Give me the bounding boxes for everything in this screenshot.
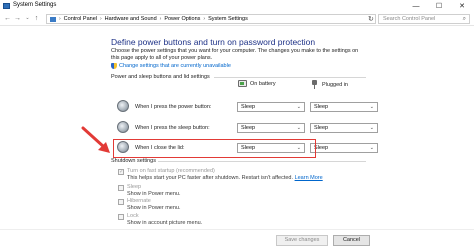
change-settings-label[interactable]: Change settings that are currently unava… bbox=[119, 63, 231, 69]
breadcrumb-separator: › bbox=[159, 16, 162, 22]
minimize-button[interactable]: — bbox=[405, 0, 427, 12]
lock-label: Lock bbox=[127, 213, 139, 219]
power-button-label: When I press the power button: bbox=[135, 104, 212, 110]
chevron-down-icon: ⌄ bbox=[296, 125, 301, 131]
maximize-button[interactable]: ☐ bbox=[428, 0, 450, 12]
navigation-bar: ← → ⌄ ↑ › Control Panel › Hardware and S… bbox=[0, 12, 474, 26]
breadcrumb-separator: › bbox=[203, 16, 206, 22]
on-battery-header: On battery bbox=[238, 80, 276, 87]
shutdown-section-title: Shutdown settings bbox=[111, 158, 156, 164]
breadcrumb-separator: › bbox=[59, 16, 61, 22]
sleep-checkbox[interactable] bbox=[118, 185, 124, 191]
lock-checkbox[interactable] bbox=[118, 214, 124, 220]
plugged-in-label: Plugged in bbox=[322, 81, 348, 88]
plugged-in-header: Plugged in bbox=[310, 80, 348, 89]
uac-shield-icon bbox=[111, 63, 117, 69]
select-value: Sleep bbox=[314, 104, 329, 110]
select-value: Sleep bbox=[241, 125, 256, 131]
on-battery-label: On battery bbox=[250, 80, 276, 87]
fast-startup-description: This helps start your PC faster after sh… bbox=[127, 175, 323, 181]
sleep-label: Sleep bbox=[127, 184, 142, 190]
fast-startup-checkbox[interactable] bbox=[118, 168, 124, 175]
cancel-button[interactable]: Cancel bbox=[333, 235, 370, 246]
page-title: Define power buttons and turn on passwor… bbox=[111, 37, 316, 47]
power-button-battery-select[interactable]: Sleep ⌄ bbox=[237, 102, 305, 112]
close-lid-plugged-select[interactable]: Sleep ⌄ bbox=[310, 143, 378, 153]
learn-more-link[interactable]: Learn More bbox=[295, 175, 323, 181]
address-bar[interactable]: › Control Panel › Hardware and Sound › P… bbox=[46, 14, 376, 24]
power-plug-icon bbox=[310, 80, 319, 89]
forward-arrow-icon[interactable]: → bbox=[13, 14, 22, 23]
sleep-button-battery-select[interactable]: Sleep ⌄ bbox=[237, 123, 305, 133]
page-description: Choose the power settings that you want … bbox=[111, 48, 359, 61]
close-button[interactable]: ✕ bbox=[451, 0, 473, 12]
sleep-button-label: When I press the sleep button: bbox=[135, 125, 210, 131]
hibernate-label: Hibernate bbox=[127, 198, 151, 204]
main-content: Define power buttons and turn on passwor… bbox=[0, 27, 474, 229]
search-input[interactable]: Search Control Panel ⌕ bbox=[378, 14, 470, 24]
power-button-row: When I press the power button: Sleep ⌄ S… bbox=[117, 100, 378, 114]
chevron-down-icon: ⌄ bbox=[369, 104, 374, 110]
breadcrumb-control-panel[interactable]: Control Panel bbox=[64, 16, 97, 22]
sleep-button-row: When I press the sleep button: Sleep ⌄ S… bbox=[117, 121, 378, 135]
section-divider bbox=[214, 77, 366, 78]
section-divider bbox=[158, 161, 366, 162]
hibernate-checkbox[interactable] bbox=[118, 199, 124, 205]
battery-icon bbox=[238, 80, 247, 87]
recent-locations-chevron-icon[interactable]: ⌄ bbox=[23, 14, 32, 23]
search-icon[interactable]: ⌕ bbox=[463, 15, 466, 24]
breadcrumb-power-options[interactable]: Power Options bbox=[164, 16, 200, 22]
power-button-plugged-select[interactable]: Sleep ⌄ bbox=[310, 102, 378, 112]
annotation-highlight-box bbox=[113, 139, 316, 158]
up-arrow-icon[interactable]: ↑ bbox=[32, 14, 41, 23]
chevron-down-icon: ⌄ bbox=[369, 125, 374, 131]
breadcrumb-separator: › bbox=[100, 16, 102, 22]
refresh-icon[interactable]: ↻ bbox=[368, 15, 374, 23]
chevron-down-icon: ⌄ bbox=[369, 145, 374, 151]
search-placeholder: Search Control Panel bbox=[383, 15, 436, 22]
back-arrow-icon[interactable]: ← bbox=[3, 14, 12, 23]
power-button-icon bbox=[117, 100, 129, 112]
select-value: Sleep bbox=[314, 125, 329, 131]
sleep-description: Show in Power menu. bbox=[127, 191, 181, 197]
sleep-button-icon bbox=[117, 121, 129, 133]
select-value: Sleep bbox=[314, 145, 329, 151]
breadcrumb-hardware-and-sound[interactable]: Hardware and Sound bbox=[105, 16, 157, 22]
change-settings-link[interactable]: Change settings that are currently unava… bbox=[111, 63, 231, 69]
control-panel-icon bbox=[50, 16, 56, 22]
breadcrumb-system-settings[interactable]: System Settings bbox=[208, 16, 248, 22]
footer-bar: Save changes Cancel bbox=[0, 229, 474, 249]
select-value: Sleep bbox=[241, 104, 256, 110]
fast-startup-label: Turn on fast startup (recommended) bbox=[127, 168, 215, 174]
chevron-down-icon: ⌄ bbox=[296, 104, 301, 110]
lock-description: Show in account picture menu. bbox=[127, 220, 203, 226]
control-panel-icon bbox=[3, 3, 10, 9]
power-buttons-section-title: Power and sleep buttons and lid settings bbox=[111, 74, 210, 80]
window-title: System Settings bbox=[13, 2, 57, 8]
hibernate-description: Show in Power menu. bbox=[127, 205, 181, 211]
title-bar: System Settings — ☐ ✕ bbox=[0, 0, 474, 12]
save-changes-button[interactable]: Save changes bbox=[276, 235, 328, 246]
sleep-button-plugged-select[interactable]: Sleep ⌄ bbox=[310, 123, 378, 133]
